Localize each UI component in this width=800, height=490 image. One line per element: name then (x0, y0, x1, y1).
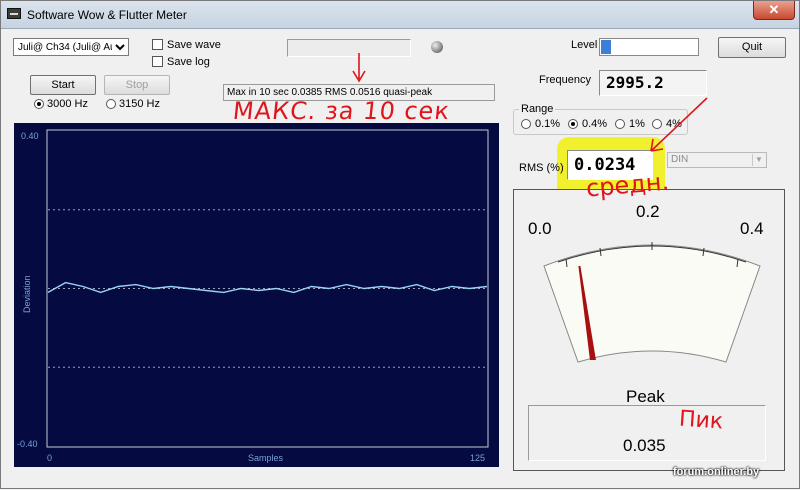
watermark: forum.onliner.by (673, 466, 760, 478)
annotation-arrow-icon (650, 97, 708, 152)
annotation-arrow-icon (352, 53, 366, 83)
annotation-max: МАКС. за 10 сек (231, 97, 452, 125)
annotation-peak: Пик (678, 406, 724, 435)
app-window: Software Wow & Flutter Meter ✕ Juli@ Ch3… (0, 0, 800, 489)
